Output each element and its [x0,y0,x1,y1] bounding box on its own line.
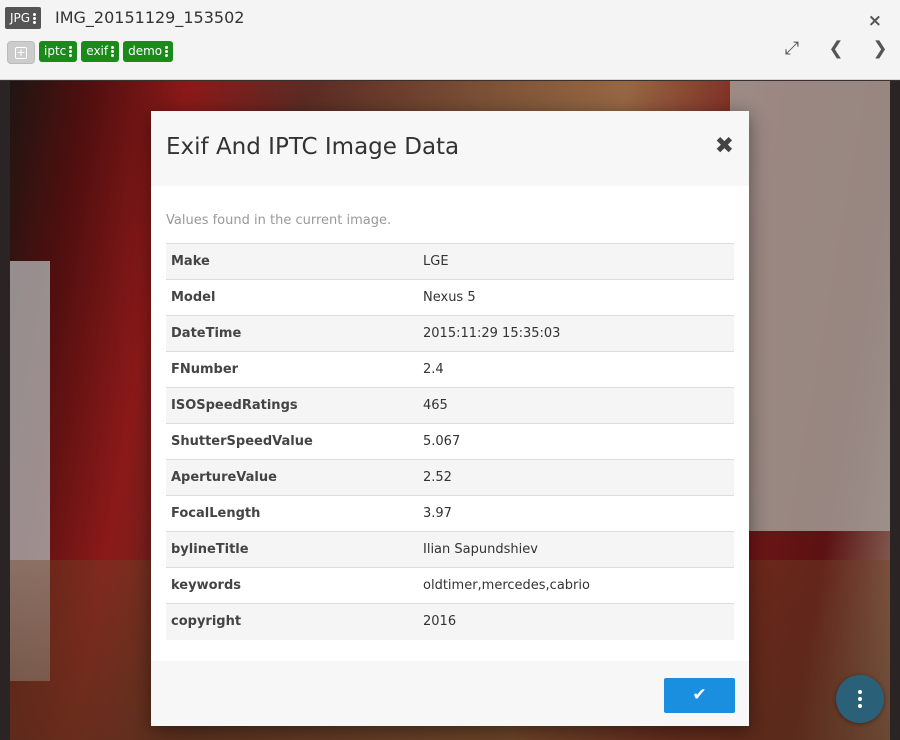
exif-iptc-dialog: Exif And IPTC Image Data ✖ Values found … [151,111,749,726]
chevron-right-icon[interactable]: ❯ [870,38,890,59]
metadata-table: Make LGE Model Nexus 5 DateTime 2015:11:29 … [166,243,734,640]
file-type-label: JPG [10,11,31,25]
table-row: Make LGE [166,243,734,280]
more-vertical-icon [165,45,169,58]
metadata-key: Make [166,243,418,280]
metadata-key: ISOSpeedRatings [166,387,418,424]
top-bar: JPG IMG_20151129_153502 × + iptc exif de… [0,0,900,80]
tag-label: iptc [44,44,67,58]
metadata-key: DateTime [166,315,418,352]
metadata-value: 3.97 [418,495,734,532]
table-row: Model Nexus 5 [166,279,734,316]
tag-demo[interactable]: demo [123,41,174,62]
image-title: IMG_20151129_153502 [55,8,245,27]
tag-label: demo [128,44,163,58]
metadata-key: keywords [166,567,418,604]
metadata-key: FocalLength [166,495,418,532]
plus-icon: + [15,46,27,59]
metadata-value: Ilian Sapundshiev [418,531,734,568]
more-vertical-icon [33,12,37,25]
metadata-value: 2016 [418,603,734,640]
table-row: ShutterSpeedValue 5.067 [166,423,734,460]
tag-label: exif [86,44,109,58]
more-actions-button[interactable] [836,675,884,723]
metadata-value: 2015:11:29 15:35:03 [418,315,734,352]
metadata-value: oldtimer,mercedes,cabrio [418,567,734,604]
tag-list: iptc exif demo [39,41,174,62]
dialog-title: Exif And IPTC Image Data [166,134,460,160]
metadata-key: Model [166,279,418,316]
viewer-controls: ⤢ ❮ ❯ [782,38,890,59]
confirm-button[interactable]: ✔ [664,678,735,713]
fullscreen-icon[interactable]: ⤢ [782,38,802,59]
table-row: ISOSpeedRatings 465 [166,387,734,424]
close-icon[interactable]: ✖ [715,133,734,159]
dialog-body: Values found in the current image. Make L… [151,186,749,640]
metadata-value: 465 [418,387,734,424]
metadata-value: 5.067 [418,423,734,460]
metadata-key: ApertureValue [166,459,418,496]
tag-exif[interactable]: exif [81,41,120,62]
more-vertical-icon [69,45,73,58]
close-icon[interactable]: × [868,11,882,31]
metadata-value: 2.52 [418,459,734,496]
table-row: ApertureValue 2.52 [166,459,734,496]
dialog-header: Exif And IPTC Image Data ✖ [151,111,749,186]
table-row: keywords oldtimer,mercedes,cabrio [166,567,734,604]
table-row: DateTime 2015:11:29 15:35:03 [166,315,734,352]
checkmark-icon: ✔ [692,685,707,705]
table-row: FocalLength 3.97 [166,495,734,532]
tag-iptc[interactable]: iptc [39,41,78,62]
metadata-key: ShutterSpeedValue [166,423,418,460]
dialog-caption: Values found in the current image. [166,213,392,228]
metadata-key: FNumber [166,351,418,388]
file-type-badge[interactable]: JPG [5,7,42,29]
table-row: copyright 2016 [166,603,734,640]
table-row: FNumber 2.4 [166,351,734,388]
more-vertical-icon [111,45,115,58]
dialog-footer: ✔ [151,661,749,726]
metadata-key: copyright [166,603,418,640]
chevron-left-icon[interactable]: ❮ [826,38,846,59]
table-row: bylineTitle Ilian Sapundshiev [166,531,734,568]
metadata-value: 2.4 [418,351,734,388]
metadata-value: LGE [418,243,734,280]
metadata-key: bylineTitle [166,531,418,568]
add-tag-button[interactable]: + [7,41,35,64]
metadata-value: Nexus 5 [418,279,734,316]
